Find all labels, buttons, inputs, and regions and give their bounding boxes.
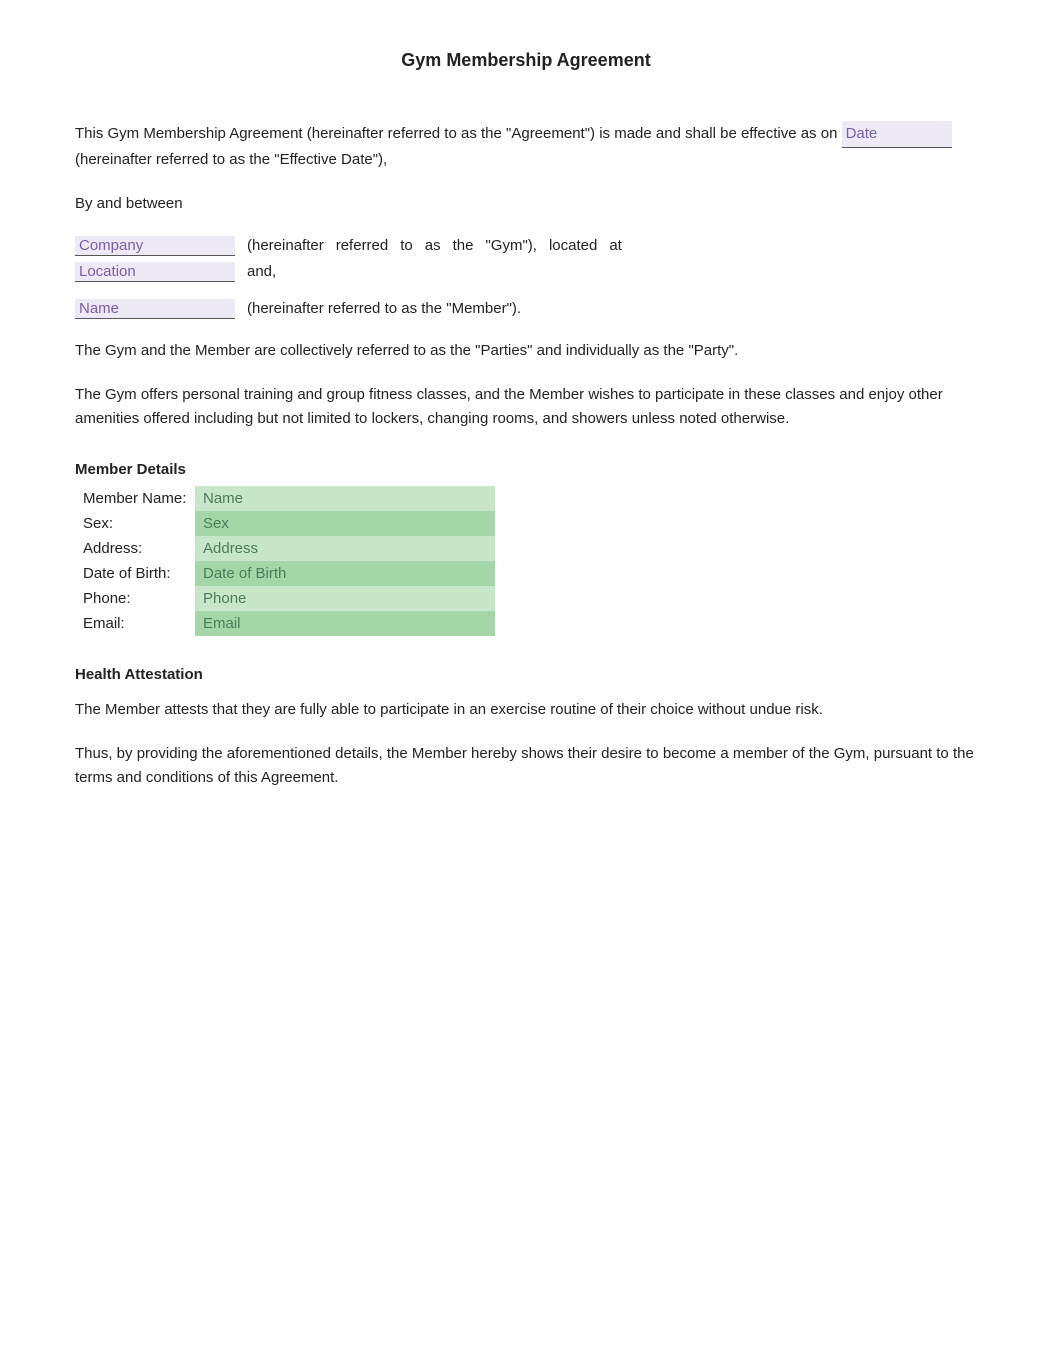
member-detail-label: Sex: (75, 511, 195, 536)
member-detail-value[interactable]: Email (195, 611, 495, 636)
health-paragraph-1: The Member attests that they are fully a… (75, 698, 977, 722)
hereinafter-member-text: (hereinafter referred to as the "Member"… (247, 300, 521, 317)
health-attestation-title: Health Attestation (75, 666, 977, 683)
member-details-section: Member Details Member Name:NameSex:SexAd… (75, 461, 977, 636)
member-details-table: Member Name:NameSex:SexAddress:AddressDa… (75, 486, 495, 636)
company-row: Company (hereinafter referred to as the … (75, 236, 977, 256)
health-attestation-section: Health Attestation The Member attests th… (75, 666, 977, 790)
intro-paragraph: This Gym Membership Agreement (hereinaft… (75, 121, 977, 172)
referred-text: referred (336, 237, 389, 254)
at-text: at (609, 237, 622, 254)
member-detail-row: Member Name:Name (75, 486, 495, 511)
to-text: to (400, 237, 413, 254)
date-field[interactable]: Date (842, 121, 952, 148)
member-detail-label: Member Name: (75, 486, 195, 511)
thus-paragraph: Thus, by providing the aforementioned de… (75, 742, 977, 790)
member-details-title: Member Details (75, 461, 977, 478)
member-detail-label: Email: (75, 611, 195, 636)
intro-end: (hereinafter referred to as the "Effecti… (75, 151, 387, 168)
location-field[interactable]: Location (75, 262, 235, 282)
the-text: the (453, 237, 474, 254)
member-detail-value[interactable]: Address (195, 536, 495, 561)
member-name-field[interactable]: Name (75, 299, 235, 319)
gym-label: "Gym"), (485, 237, 536, 254)
location-row: Location and, (75, 262, 977, 282)
member-detail-label: Phone: (75, 586, 195, 611)
member-detail-label: Address: (75, 536, 195, 561)
intro-text: This Gym Membership Agreement (hereinaft… (75, 125, 837, 142)
hereinafter-text: (hereinafter (247, 237, 324, 254)
and-text: and, (247, 263, 276, 280)
located-text: located (549, 237, 597, 254)
page-title: Gym Membership Agreement (75, 50, 977, 71)
member-detail-row: Address:Address (75, 536, 495, 561)
member-detail-value[interactable]: Sex (195, 511, 495, 536)
member-detail-row: Date of Birth:Date of Birth (75, 561, 495, 586)
member-detail-value[interactable]: Date of Birth (195, 561, 495, 586)
member-detail-label: Date of Birth: (75, 561, 195, 586)
company-field[interactable]: Company (75, 236, 235, 256)
as-text: as (425, 237, 441, 254)
member-detail-value[interactable]: Phone (195, 586, 495, 611)
name-row: Name (hereinafter referred to as the "Me… (75, 299, 977, 319)
member-detail-value[interactable]: Name (195, 486, 495, 511)
member-detail-row: Email:Email (75, 611, 495, 636)
gym-paragraph: The Gym offers personal training and gro… (75, 383, 977, 431)
by-and-between-label: By and between (75, 192, 977, 216)
member-detail-row: Phone:Phone (75, 586, 495, 611)
party-paragraph: The Gym and the Member are collectively … (75, 339, 977, 363)
member-detail-row: Sex:Sex (75, 511, 495, 536)
